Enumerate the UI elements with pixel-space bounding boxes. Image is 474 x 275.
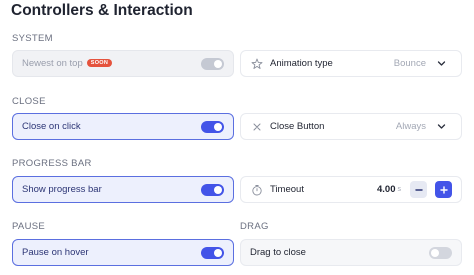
section-label-system: SYSTEM <box>12 33 53 44</box>
animation-type-label: Animation type <box>270 58 333 69</box>
plus-icon <box>439 185 448 194</box>
chevron-down-icon <box>436 59 446 69</box>
close-button-value: Always <box>395 121 426 132</box>
drag-to-close-label: Drag to close <box>250 247 306 258</box>
sparkle-star-icon <box>250 57 264 71</box>
page-title: Controllers & Interaction <box>11 2 193 19</box>
drag-to-close-row[interactable]: Drag to close <box>240 239 462 266</box>
drag-to-close-toggle[interactable] <box>429 246 452 259</box>
stopwatch-icon <box>250 183 264 197</box>
timeout-control: Timeout 4.00 s <box>240 176 462 203</box>
section-label-close: CLOSE <box>12 96 46 107</box>
chevron-down-icon <box>436 122 446 132</box>
close-icon <box>250 120 264 134</box>
timeout-label: Timeout <box>270 184 304 195</box>
close-button-label: Close Button <box>270 121 325 132</box>
pause-on-hover-label: Pause on hover <box>22 247 89 258</box>
animation-type-select[interactable]: Animation type Bounce <box>240 50 462 77</box>
newest-on-top-row: Newest on top SOON <box>12 50 234 77</box>
soon-badge: SOON <box>86 59 113 68</box>
timeout-value[interactable]: 4.00 <box>377 184 396 195</box>
show-progress-bar-toggle[interactable] <box>201 183 224 196</box>
section-label-drag: DRAG <box>240 221 269 232</box>
minus-icon <box>414 188 423 191</box>
animation-type-value: Bounce <box>393 58 426 69</box>
timeout-increment-button[interactable] <box>435 181 452 198</box>
pause-on-hover-toggle[interactable] <box>201 246 224 259</box>
timeout-unit: s <box>397 186 402 193</box>
show-progress-bar-row[interactable]: Show progress bar <box>12 176 234 203</box>
show-progress-bar-label: Show progress bar <box>22 184 102 195</box>
section-label-pause: PAUSE <box>12 221 46 232</box>
newest-on-top-toggle <box>201 57 224 70</box>
close-on-click-label: Close on click <box>22 121 81 132</box>
section-label-progress-bar: PROGRESS BAR <box>12 158 92 169</box>
pause-on-hover-row[interactable]: Pause on hover <box>12 239 234 266</box>
close-on-click-toggle[interactable] <box>201 120 224 133</box>
timeout-decrement-button[interactable] <box>410 181 427 198</box>
close-on-click-row[interactable]: Close on click <box>12 113 234 140</box>
newest-on-top-label: Newest on top SOON <box>22 58 201 69</box>
close-button-select[interactable]: Close Button Always <box>240 113 462 140</box>
